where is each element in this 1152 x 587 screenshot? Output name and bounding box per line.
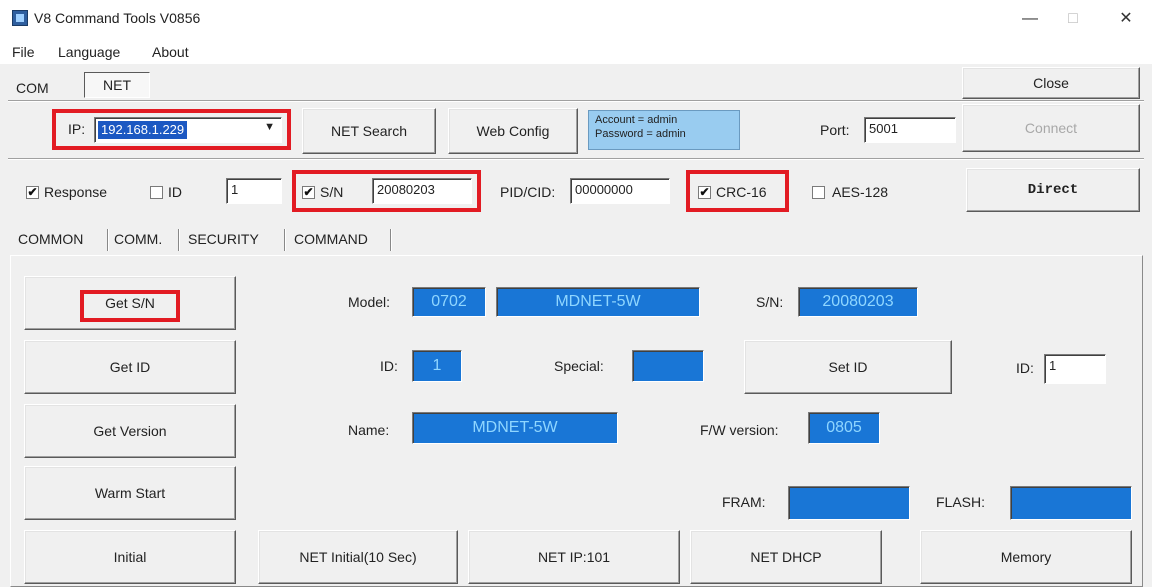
menu-file[interactable]: File: [12, 44, 35, 60]
fram-label: FRAM:: [722, 494, 766, 510]
web-config-button[interactable]: Web Config: [448, 108, 578, 154]
separator: [8, 100, 1144, 102]
name-field: MDNET-5W: [412, 412, 618, 444]
id-result-field: 1: [412, 350, 462, 382]
fw-label: F/W version:: [700, 422, 779, 438]
id-option-label: ID: [168, 184, 182, 200]
response-label: Response: [44, 184, 108, 200]
ip-highlight: [52, 109, 291, 150]
set-id-label: ID:: [1016, 360, 1034, 376]
close-button[interactable]: Close: [962, 67, 1140, 99]
sn-result-field: 20080203: [798, 287, 918, 317]
tab-net[interactable]: NET: [84, 72, 150, 98]
port-input[interactable]: 5001: [864, 117, 956, 143]
tab-divider: [390, 229, 392, 251]
id-option-input[interactable]: 1: [226, 178, 282, 204]
connect-button[interactable]: Connect: [962, 104, 1140, 152]
flash-label: FLASH:: [936, 494, 986, 510]
account-text: Account = admin: [595, 114, 678, 126]
maximize-button[interactable]: □: [1053, 6, 1093, 32]
get-id-button[interactable]: Get ID: [24, 340, 236, 394]
special-label: Special:: [554, 358, 604, 374]
special-field: [632, 350, 704, 382]
sn-highlight: [292, 170, 481, 212]
flash-field: [1010, 486, 1132, 520]
minimize-button[interactable]: —: [1010, 6, 1050, 32]
set-id-button[interactable]: Set ID: [744, 340, 952, 394]
warm-start-button[interactable]: Warm Start: [24, 466, 236, 520]
tab-divider: [284, 229, 286, 251]
menu-about[interactable]: About: [152, 44, 189, 60]
credentials-box: Account = admin Password = admin: [588, 110, 740, 150]
id-checkbox[interactable]: [150, 186, 163, 199]
port-label: Port:: [820, 122, 850, 138]
initial-button[interactable]: Initial: [24, 530, 236, 584]
memory-button[interactable]: Memory: [920, 530, 1132, 584]
menu-language[interactable]: Language: [58, 44, 120, 60]
get-sn-highlight: [80, 290, 180, 322]
pid-label: PID/CID:: [500, 184, 556, 200]
id-result-label: ID:: [380, 358, 398, 374]
separator: [8, 158, 1144, 160]
crc-highlight: [686, 170, 789, 212]
tab-security[interactable]: SECURITY: [188, 231, 259, 247]
model-name-field: MDNET-5W: [496, 287, 700, 317]
fw-field: 0805: [808, 412, 880, 444]
pid-input[interactable]: 00000000: [570, 178, 670, 204]
window-title: V8 Command Tools V0856: [34, 10, 201, 26]
direct-button[interactable]: Direct: [966, 168, 1140, 212]
tab-comm[interactable]: COMM.: [114, 231, 162, 247]
net-initial-button[interactable]: NET Initial(10 Sec): [258, 530, 458, 584]
aes-label: AES-128: [832, 184, 889, 200]
tab-com[interactable]: COM: [16, 80, 49, 96]
net-search-button[interactable]: NET Search: [302, 108, 436, 154]
sn-result-label: S/N:: [756, 294, 784, 310]
model-label: Model:: [348, 294, 391, 310]
net-dhcp-button[interactable]: NET DHCP: [690, 530, 882, 584]
tab-command[interactable]: COMMAND: [294, 231, 368, 247]
tab-common[interactable]: COMMON: [18, 231, 83, 247]
close-window-button[interactable]: ✕: [1106, 6, 1146, 32]
set-id-input[interactable]: 1: [1044, 354, 1106, 384]
app-icon: [12, 10, 28, 26]
aes-checkbox[interactable]: [812, 186, 825, 199]
get-version-button[interactable]: Get Version: [24, 404, 236, 458]
tab-divider: [107, 229, 109, 251]
model-code-field: 0702: [412, 287, 486, 317]
net-ip-button[interactable]: NET IP:101: [468, 530, 680, 584]
name-label: Name:: [348, 422, 390, 438]
response-checkbox[interactable]: ✔: [26, 186, 39, 199]
tab-divider: [178, 229, 180, 251]
fram-field: [788, 486, 910, 520]
password-text: Password = admin: [595, 128, 686, 140]
